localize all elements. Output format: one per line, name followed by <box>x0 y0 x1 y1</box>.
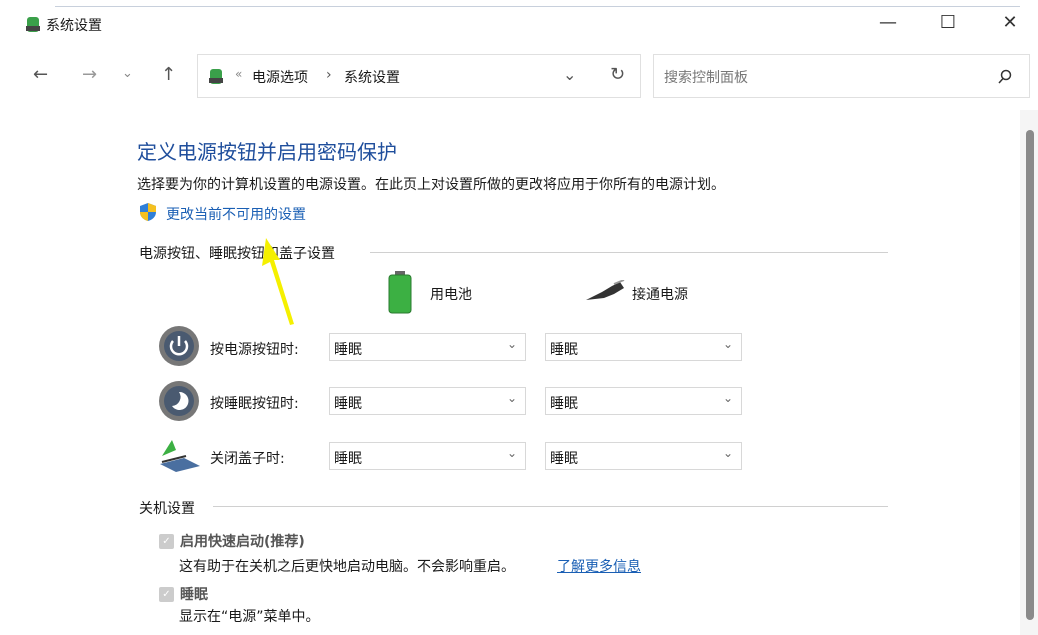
address-dropdown-button[interactable]: ⌄ <box>563 65 576 84</box>
overflow-chevron[interactable]: « <box>235 67 242 81</box>
laptop-lid-icon <box>160 440 200 472</box>
search-icon[interactable] <box>997 69 1013 85</box>
select-value: 睡眠 <box>334 451 362 467</box>
scrollbar-thumb[interactable] <box>1026 130 1034 620</box>
shield-icon <box>140 203 156 221</box>
row-label: 按电源按钮时: <box>210 342 299 358</box>
page-title: 定义电源按钮并启用密码保护 <box>137 140 397 164</box>
lid-close-battery-select[interactable]: 睡眠 ⌄ <box>329 442 526 470</box>
select-value: 睡眠 <box>550 396 578 412</box>
forward-button[interactable]: → <box>82 64 97 85</box>
address-bar[interactable]: « 电源选项 › 系统设置 ⌄ ↻ <box>197 54 641 98</box>
power-button-icon <box>159 326 199 366</box>
page-description: 选择要为你的计算机设置的电源设置。在此页上对设置所做的更改将应用于你所有的电源计… <box>137 177 725 193</box>
power-button-battery-select[interactable]: 睡眠 ⌄ <box>329 333 526 361</box>
section-power-buttons: 电源按钮、睡眠按钮和盖子设置 <box>139 246 335 262</box>
select-value: 睡眠 <box>334 342 362 358</box>
fast-startup-label: 启用快速启动(推荐) <box>180 534 305 550</box>
window-title: 系统设置 <box>46 18 102 34</box>
maximize-button[interactable]: ☐ <box>933 12 963 33</box>
sleep-button-plugged-select[interactable]: 睡眠 ⌄ <box>545 387 742 415</box>
column-battery: 用电池 <box>430 287 472 303</box>
divider <box>370 252 888 253</box>
top-border <box>55 6 1020 7</box>
select-value: 睡眠 <box>550 451 578 467</box>
breadcrumb-power-options[interactable]: 电源选项 <box>252 67 308 87</box>
sleep-button-icon <box>159 381 199 421</box>
power-button-plugged-select[interactable]: 睡眠 ⌄ <box>545 333 742 361</box>
annotation-arrow-icon <box>262 238 294 325</box>
learn-more-link[interactable]: 了解更多信息 <box>557 556 641 576</box>
chevron-down-icon: ⌄ <box>506 337 517 351</box>
refresh-button[interactable]: ↻ <box>610 64 625 85</box>
chevron-down-icon: ⌄ <box>506 446 517 460</box>
chevron-down-icon: ⌄ <box>722 446 733 460</box>
recent-locations-button[interactable]: ⌄ <box>122 66 133 81</box>
sleep-checkbox[interactable]: ✓ <box>159 587 174 602</box>
fast-startup-description: 这有助于在关机之后更快地启动电脑。不会影响重启。 <box>179 559 515 575</box>
divider <box>213 506 888 507</box>
chevron-down-icon: ⌄ <box>722 391 733 405</box>
breadcrumb-system-settings[interactable]: 系统设置 <box>344 67 400 87</box>
breadcrumb-separator: › <box>326 67 332 83</box>
up-button[interactable]: ↑ <box>161 64 176 85</box>
chevron-down-icon: ⌄ <box>722 337 733 351</box>
search-input[interactable]: 搜索控制面板 <box>653 54 1030 98</box>
fast-startup-checkbox[interactable]: ✓ <box>159 534 174 549</box>
sleep-button-battery-select[interactable]: 睡眠 ⌄ <box>329 387 526 415</box>
row-label: 关闭盖子时: <box>210 451 285 467</box>
chevron-down-icon: ⌄ <box>506 391 517 405</box>
select-value: 睡眠 <box>334 396 362 412</box>
row-label: 按睡眠按钮时: <box>210 396 299 412</box>
search-placeholder: 搜索控制面板 <box>664 70 748 86</box>
column-plugged-in: 接通电源 <box>632 287 688 303</box>
select-value: 睡眠 <box>550 342 578 358</box>
back-button[interactable]: ← <box>33 64 48 85</box>
sleep-label: 睡眠 <box>180 587 208 603</box>
power-options-icon <box>209 69 223 84</box>
change-unavailable-settings-link[interactable]: 更改当前不可用的设置 <box>166 204 306 224</box>
minimize-button[interactable]: — <box>873 12 903 33</box>
section-shutdown: 关机设置 <box>139 501 195 517</box>
power-plug-icon <box>586 280 625 300</box>
close-button[interactable]: ✕ <box>995 12 1025 33</box>
battery-icon <box>388 271 412 314</box>
lid-close-plugged-select[interactable]: 睡眠 ⌄ <box>545 442 742 470</box>
sleep-description: 显示在“电源”菜单中。 <box>179 609 320 625</box>
power-options-icon <box>26 17 40 32</box>
